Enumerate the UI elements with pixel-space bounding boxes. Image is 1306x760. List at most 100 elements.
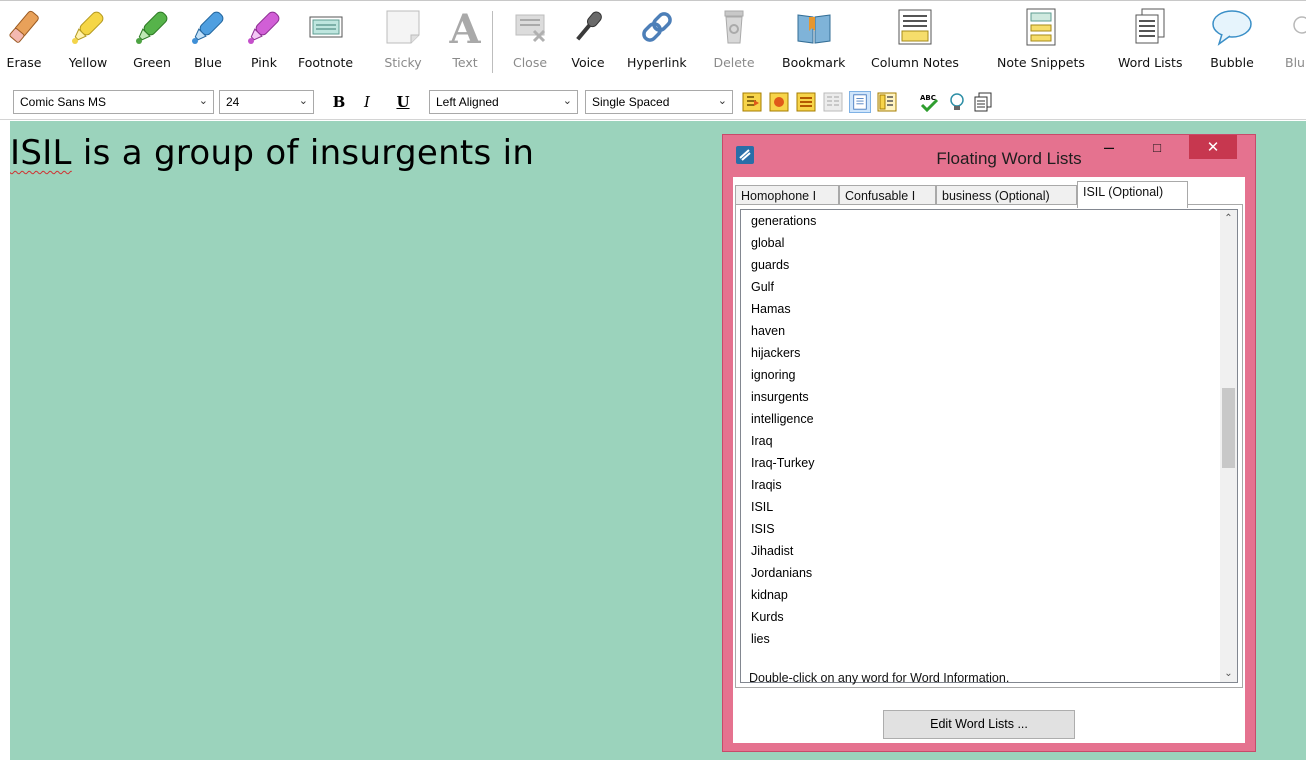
list-item[interactable]: ISIS	[751, 518, 816, 540]
list-item[interactable]: Kurds	[751, 606, 816, 628]
floating-word-lists-window[interactable]: Floating Word Lists – □ ✕ Homophone I Co…	[722, 134, 1256, 752]
list-item[interactable]: Hamas	[751, 298, 816, 320]
delete-button[interactable]: Delete	[712, 5, 756, 77]
list-item[interactable]: haven	[751, 320, 816, 342]
tab-label: ISIL (Optional)	[1083, 185, 1164, 199]
green-label: Green	[133, 55, 171, 70]
tab-label: Confusable I	[845, 189, 916, 203]
list-item[interactable]: global	[751, 232, 816, 254]
bubble-button[interactable]: Bubble	[1210, 5, 1254, 77]
edit-word-lists-button[interactable]: Edit Word Lists ...	[883, 710, 1075, 739]
underline-button[interactable]: U	[392, 90, 414, 114]
document-text[interactable]: ISIL is a group of insurgents in	[10, 133, 534, 173]
scrollbar[interactable]: ⌃ ⌄	[1220, 210, 1237, 682]
spacing-value: Single Spaced	[592, 95, 670, 109]
list-item[interactable]: hijackers	[751, 342, 816, 364]
list-item[interactable]: guards	[751, 254, 816, 276]
maximize-button[interactable]: □	[1135, 135, 1179, 159]
toolbar-separator	[492, 11, 493, 73]
note-snippets-button[interactable]: Note Snippets	[997, 5, 1085, 77]
highlight-extract-icon[interactable]	[741, 91, 763, 113]
eraser-icon	[2, 5, 46, 49]
pink-highlighter-button[interactable]: Pink	[242, 5, 286, 77]
misspelled-word[interactable]: ISIL	[10, 133, 72, 173]
voice-button[interactable]: Voice	[566, 5, 610, 77]
close-note-button[interactable]: Close	[508, 5, 552, 77]
partial-label: Blu	[1285, 55, 1305, 70]
bubble-label: Bubble	[1210, 55, 1254, 70]
microphone-icon	[566, 5, 610, 49]
font-size-select[interactable]: 24 ⌄	[219, 90, 314, 114]
list-item[interactable]: Jordanians	[751, 562, 816, 584]
main-toolbar: Erase Yellow Green Blue Pink Footnote St…	[0, 0, 1306, 84]
blue-highlighter-button[interactable]: Blue	[186, 5, 230, 77]
list-item[interactable]: Iraq	[751, 430, 816, 452]
chevron-down-icon[interactable]: ⌄	[1220, 665, 1237, 682]
speech-bubble-icon	[1210, 5, 1254, 49]
bold-button[interactable]: B	[328, 90, 350, 114]
green-highlighter-button[interactable]: Green	[130, 5, 174, 77]
partial-toolbar-button[interactable]: Blu	[1284, 5, 1306, 77]
italic-button[interactable]: I	[356, 90, 378, 114]
highlight-list-icon[interactable]	[795, 91, 817, 113]
minimize-button[interactable]: –	[1089, 135, 1129, 159]
lightbulb-icon[interactable]	[946, 91, 968, 113]
note-snippets-icon	[1019, 5, 1063, 49]
list-item[interactable]: generations	[751, 210, 816, 232]
underline-label: U	[396, 93, 410, 111]
dictionary-icon[interactable]	[972, 91, 994, 113]
minimize-icon: –	[1103, 136, 1114, 157]
list-item[interactable]: Gulf	[751, 276, 816, 298]
list-item[interactable]: insurgents	[751, 386, 816, 408]
column-notes-icon	[893, 5, 937, 49]
alignment-select[interactable]: Left Aligned ⌄	[429, 90, 578, 114]
document-left-margin	[0, 121, 10, 760]
column-notes-label: Column Notes	[871, 55, 959, 70]
footnote-label: Footnote	[298, 55, 354, 70]
close-icon: ✕	[1206, 139, 1220, 156]
chevron-down-icon: ⌄	[562, 95, 572, 107]
tab-panel: generations global guards Gulf Hamas haven hij…	[735, 204, 1243, 688]
pink-highlighter-icon	[242, 5, 286, 49]
list-item[interactable]: Iraq-Turkey	[751, 452, 816, 474]
highlight-sort-icon[interactable]	[768, 91, 790, 113]
text-button[interactable]: A Text	[443, 5, 487, 77]
yellow-label: Yellow	[68, 55, 108, 70]
word-lists-label: Word Lists	[1118, 55, 1183, 70]
hyperlink-button[interactable]: Hyperlink	[627, 5, 687, 77]
scroll-thumb[interactable]	[1222, 388, 1235, 468]
list-item[interactable]: Jihadist	[751, 540, 816, 562]
word-listbox[interactable]: generations global guards Gulf Hamas haven hij…	[740, 209, 1238, 683]
blue-highlighter-icon	[186, 5, 230, 49]
close-button[interactable]: ✕	[1189, 135, 1237, 159]
list-item[interactable]: Iraqis	[751, 474, 816, 496]
page-view-icon[interactable]	[849, 91, 871, 113]
chevron-down-icon: ⌄	[198, 95, 208, 107]
column-notes-button[interactable]: Column Notes	[871, 5, 959, 77]
list-item[interactable]: ISIL	[751, 496, 816, 518]
word-items: generations global guards Gulf Hamas haven hij…	[751, 210, 816, 650]
columns-disabled-icon[interactable]	[822, 91, 844, 113]
font-select[interactable]: Comic Sans MS ⌄	[13, 90, 214, 114]
window-titlebar[interactable]: Floating Word Lists – □ ✕	[723, 135, 1255, 177]
word-lists-button[interactable]: Word Lists	[1118, 5, 1182, 77]
footnote-button[interactable]: Footnote	[298, 5, 353, 77]
spacing-select[interactable]: Single Spaced ⌄	[585, 90, 733, 114]
list-item[interactable]: kidnap	[751, 584, 816, 606]
text-label: Text	[452, 55, 478, 70]
notes-view-icon[interactable]	[876, 91, 898, 113]
list-item[interactable]: intelligence	[751, 408, 816, 430]
chevron-up-icon[interactable]: ⌃	[1220, 210, 1237, 227]
yellow-highlighter-button[interactable]: Yellow	[66, 5, 110, 77]
svg-text:A: A	[448, 7, 481, 47]
tab-isil[interactable]: ISIL (Optional)	[1077, 181, 1188, 208]
spell-check-icon[interactable]: ABC	[918, 91, 940, 113]
voice-label: Voice	[571, 55, 605, 70]
list-item[interactable]: ignoring	[751, 364, 816, 386]
bookmark-button[interactable]: Bookmark	[782, 5, 845, 77]
list-item[interactable]: lies	[751, 628, 816, 650]
erase-button[interactable]: Erase	[2, 5, 46, 77]
sticky-button[interactable]: Sticky	[381, 5, 425, 77]
partial-icon	[1284, 5, 1306, 49]
svg-text:ABC: ABC	[920, 94, 936, 102]
